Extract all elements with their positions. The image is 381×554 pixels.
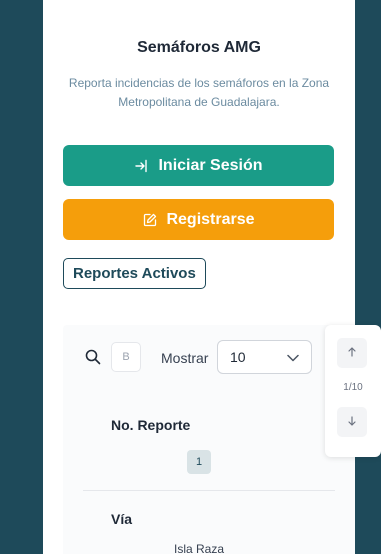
report-number-badge[interactable]: 1 — [187, 450, 211, 474]
login-icon — [134, 158, 150, 174]
show-label: Mostrar — [161, 350, 209, 366]
right-edge-band — [355, 0, 381, 554]
chevron-down-icon — [287, 349, 299, 365]
page-size-select[interactable]: 10 — [217, 340, 312, 374]
register-button[interactable]: Registrarse — [63, 199, 334, 240]
column-header-via: Vía — [111, 511, 133, 527]
search-input[interactable]: B — [111, 342, 141, 372]
login-button[interactable]: Iniciar Sesión — [63, 145, 334, 186]
login-button-label: Iniciar Sesión — [158, 156, 263, 174]
scroll-pager: 1/10 — [325, 325, 381, 457]
via-value: Isla Raza — [173, 542, 225, 554]
arrow-up-icon — [347, 346, 357, 360]
active-reports-button[interactable]: Reportes Activos — [63, 258, 206, 289]
reports-table: B Mostrar 10 No. Reporte 1 Vía Isla Raza — [63, 325, 355, 554]
left-edge-band — [0, 0, 43, 554]
app-title: Semáforos AMG — [137, 39, 261, 56]
register-button-label: Registrarse — [166, 210, 255, 228]
search-icon — [85, 349, 101, 365]
main-panel: Semáforos AMG Reporta incidencias de los… — [43, 0, 355, 554]
page-size-value: 10 — [230, 349, 246, 365]
row-divider — [83, 490, 335, 491]
edit-icon — [142, 212, 158, 228]
column-header-report: No. Reporte — [111, 417, 191, 433]
pager-up-button[interactable] — [337, 338, 367, 368]
pager-down-button[interactable] — [337, 407, 367, 437]
pager-count: 1/10 — [343, 382, 363, 393]
app-subtitle: Reporta incidencias de los semáforos en … — [68, 76, 330, 109]
arrow-down-icon — [347, 415, 357, 429]
